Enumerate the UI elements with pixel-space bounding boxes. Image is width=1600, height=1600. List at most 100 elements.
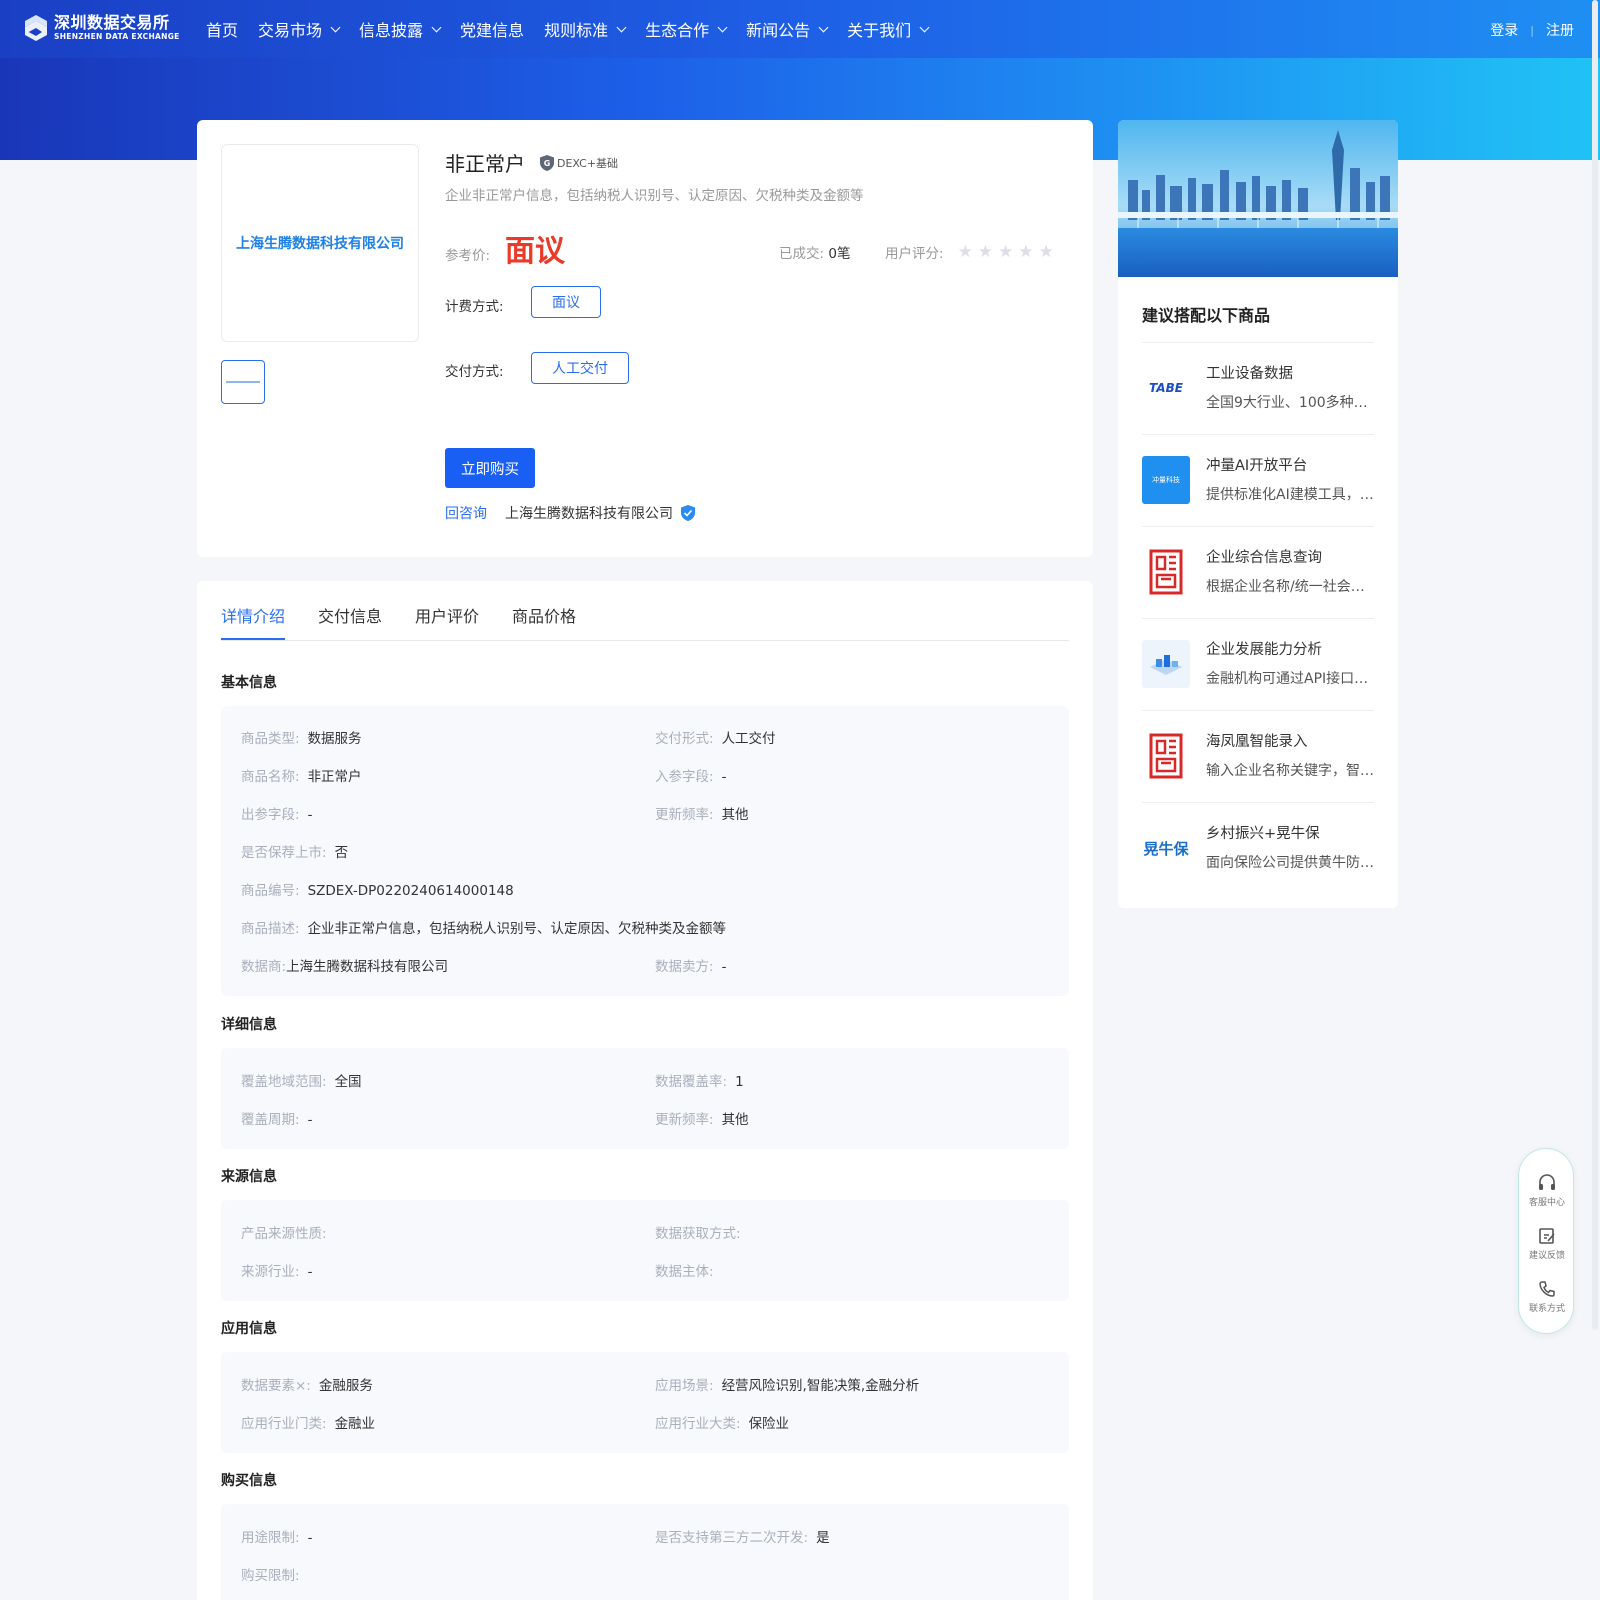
basic-info-panel: 商品类型: 数据服务 交付形式: 人工交付 商品名称: 非正常户 入参字段: - 出参字… xyxy=(221,706,1069,996)
user-rating: 用户评分: ★★★★★ xyxy=(885,242,1059,262)
recommended-item-title: 工业设备数据 xyxy=(1206,366,1293,382)
product-card: 上海生腾数据科技有限公司 非正常户 G DEXC+基础 企业非正常户信息，包括纳… xyxy=(197,120,1093,557)
recommended-item[interactable]: 海凤凰智能录入 输入企业名称关键字，智能匹配 xyxy=(1142,710,1374,802)
auth-links: 登录 | 注册 xyxy=(1490,20,1574,40)
contact-label: 联系方式 xyxy=(1528,1304,1565,1314)
section-title-source: 来源信息 xyxy=(221,1169,277,1185)
price-value: 面议 xyxy=(505,234,565,269)
badge-text: DEXC+基础 xyxy=(557,156,619,170)
kv-coverage-period: 覆盖周期: - xyxy=(241,1112,313,1128)
nav-item-market[interactable]: 交易市场 xyxy=(258,17,341,41)
recommended-item[interactable]: 晃牛保 乡村振兴+晃牛保 面向保险公司提供黄牛防疫数据 xyxy=(1142,802,1374,894)
tab-reviews[interactable]: 用户评价 xyxy=(415,603,479,640)
feedback-button[interactable]: 建议反馈 xyxy=(1519,1226,1575,1261)
vendor-name[interactable]: 上海生腾数据科技有限公司 xyxy=(505,503,673,523)
nav-item-news[interactable]: 新闻公告 xyxy=(746,17,829,41)
tab-delivery[interactable]: 交付信息 xyxy=(318,603,382,640)
customer-service-button[interactable]: 客服中心 xyxy=(1519,1173,1575,1208)
kv-source-industry: 来源行业: - xyxy=(241,1264,313,1280)
billing-option-button[interactable]: 面议 xyxy=(531,286,601,318)
tab-price[interactable]: 商品价格 xyxy=(512,603,576,640)
kv-data-element: 数据要素×: 金融服务 xyxy=(241,1378,373,1394)
consult-link[interactable]: 回咨询 xyxy=(445,503,487,523)
kv-data-vendor: 数据商:上海生腾数据科技有限公司 xyxy=(241,959,449,975)
recommended-item[interactable]: 企业发展能力分析 金融机构可通过API接口查询 xyxy=(1142,618,1374,710)
nav-item-about[interactable]: 关于我们 xyxy=(847,17,930,41)
section-title-basic: 基本信息 xyxy=(221,675,277,691)
kv-coverage-region: 覆盖地域范围: 全国 xyxy=(241,1074,362,1090)
kv-coverage-rate: 数据覆盖率: 1 xyxy=(655,1074,744,1090)
recommended-item[interactable]: TABE 工业设备数据 全国9大行业、100多种机械设备 xyxy=(1142,342,1374,434)
billing-label: 计费方式: xyxy=(445,299,504,315)
product-title: 非正常户 G DEXC+基础 xyxy=(445,148,618,177)
recommended-item-title: 企业综合信息查询 xyxy=(1206,550,1322,566)
tabe-logo-icon: TABE xyxy=(1149,381,1183,395)
phone-icon xyxy=(1539,1281,1555,1297)
edit-icon xyxy=(1539,1228,1555,1244)
shield-icon: G xyxy=(540,154,554,171)
recommended-item[interactable]: 企业综合信息查询 根据企业名称/统一社会信用代码 xyxy=(1142,526,1374,618)
sidebar-title: 建议搭配以下商品 xyxy=(1142,306,1271,325)
rating-stars-icon: ★★★★★ xyxy=(957,242,1059,262)
tab-details[interactable]: 详情介绍 xyxy=(221,603,286,640)
seal-logo-icon xyxy=(1142,732,1190,780)
contact-button[interactable]: 联系方式 xyxy=(1519,1279,1575,1314)
detail-tabs: 详情介绍 交付信息 用户评价 商品价格 xyxy=(221,603,1069,641)
page-scrollbar[interactable] xyxy=(1592,0,1598,1330)
section-title-purchase: 购买信息 xyxy=(221,1473,277,1489)
product-thumbnail[interactable] xyxy=(221,360,265,404)
kv-detail-update-frequency: 更新频率: 其他 xyxy=(655,1112,749,1128)
floating-service-bar: 客服中心 建议反馈 联系方式 xyxy=(1518,1148,1574,1334)
chongliang-logo-icon: 冲量科技 xyxy=(1142,456,1190,504)
kv-product-type: 商品类型: 数据服务 xyxy=(241,731,362,747)
delivery-option-button[interactable]: 人工交付 xyxy=(531,352,629,384)
product-image-company-text: 上海生腾数据科技有限公司 xyxy=(236,236,404,252)
chevron-down-icon xyxy=(717,22,728,32)
recommended-item-desc: 输入企业名称关键字，智能匹配 xyxy=(1206,763,1374,779)
recommended-item-desc: 面向保险公司提供黄牛防疫数据 xyxy=(1206,855,1374,871)
thumbnail-preview-icon xyxy=(226,381,260,383)
kv-product-code: 商品编号: SZDEX-DP0220240614000148 xyxy=(241,883,514,899)
recommended-item-desc: 金融机构可通过API接口查询 xyxy=(1206,671,1374,687)
top-navigation-bar: 深圳数据交易所 SHENZHEN DATA EXCHANGE 首页 交易市场 信… xyxy=(0,0,1600,58)
logo-chinese-name: 深圳数据交易所 xyxy=(54,13,170,32)
kv-purchase-restriction: 购买限制: xyxy=(241,1568,300,1584)
recommended-item[interactable]: 冲量科技 冲量AI开放平台 提供标准化AI建模工具，支持 xyxy=(1142,434,1374,526)
customer-service-label: 客服中心 xyxy=(1528,1198,1565,1208)
detail-info-panel: 覆盖地域范围: 全国 数据覆盖率: 1 覆盖周期: - 更新频率: 其他 xyxy=(221,1048,1069,1149)
section-title-application: 应用信息 xyxy=(221,1321,277,1337)
nav-item-disclosure[interactable]: 信息披露 xyxy=(359,17,442,41)
rating-label: 用户评分: xyxy=(885,246,944,262)
kv-input-fields: 入参字段: - xyxy=(655,769,727,785)
auth-separator: | xyxy=(1530,23,1534,37)
register-link[interactable]: 注册 xyxy=(1546,20,1574,40)
chevron-down-icon xyxy=(330,22,341,32)
kv-output-fields: 出参字段: - xyxy=(241,807,313,823)
recommended-item-desc: 全国9大行业、100多种机械设备 xyxy=(1206,395,1374,411)
chevron-down-icon xyxy=(616,22,627,32)
kv-source-nature: 产品来源性质: xyxy=(241,1226,327,1242)
nav-item-ecosystem[interactable]: 生态合作 xyxy=(645,17,728,41)
kv-usage-restriction: 用途限制: - xyxy=(241,1530,313,1546)
consult-row: 回咨询 上海生腾数据科技有限公司 xyxy=(445,503,697,523)
kv-delivery-form: 交付形式: 人工交付 xyxy=(655,731,776,747)
kv-product-description: 商品描述: 企业非正常户信息，包括纳税人识别号、认定原因、欠税种类及金额等 xyxy=(241,921,727,937)
recommended-item-title: 企业发展能力分析 xyxy=(1206,642,1322,658)
kv-third-party-dev: 是否支持第三方二次开发: 是 xyxy=(655,1530,830,1546)
chevron-down-icon xyxy=(431,22,442,32)
login-link[interactable]: 登录 xyxy=(1490,20,1518,40)
buy-now-button[interactable]: 立即购买 xyxy=(445,448,535,488)
svg-text:G: G xyxy=(544,159,551,168)
nav-item-home[interactable]: 首页 xyxy=(206,17,238,41)
deals-label: 已成交: xyxy=(779,246,825,262)
nav-item-party[interactable]: 党建信息 xyxy=(460,17,524,41)
source-info-panel: 产品来源性质: 数据获取方式: 来源行业: - 数据主体: xyxy=(221,1200,1069,1301)
chevron-down-icon xyxy=(818,22,829,32)
logo-icon xyxy=(25,15,47,41)
site-logo[interactable]: 深圳数据交易所 SHENZHEN DATA EXCHANGE xyxy=(24,14,180,42)
detail-card: 详情介绍 交付信息 用户评价 商品价格 基本信息 商品类型: 数据服务 交付形式:… xyxy=(197,581,1093,1600)
nav-item-rules[interactable]: 规则标准 xyxy=(544,17,627,41)
kv-ipo-sponsor: 是否保荐上市: 否 xyxy=(241,845,349,861)
city-banner-image[interactable] xyxy=(1118,120,1398,277)
price-label: 参考价: xyxy=(445,248,491,264)
